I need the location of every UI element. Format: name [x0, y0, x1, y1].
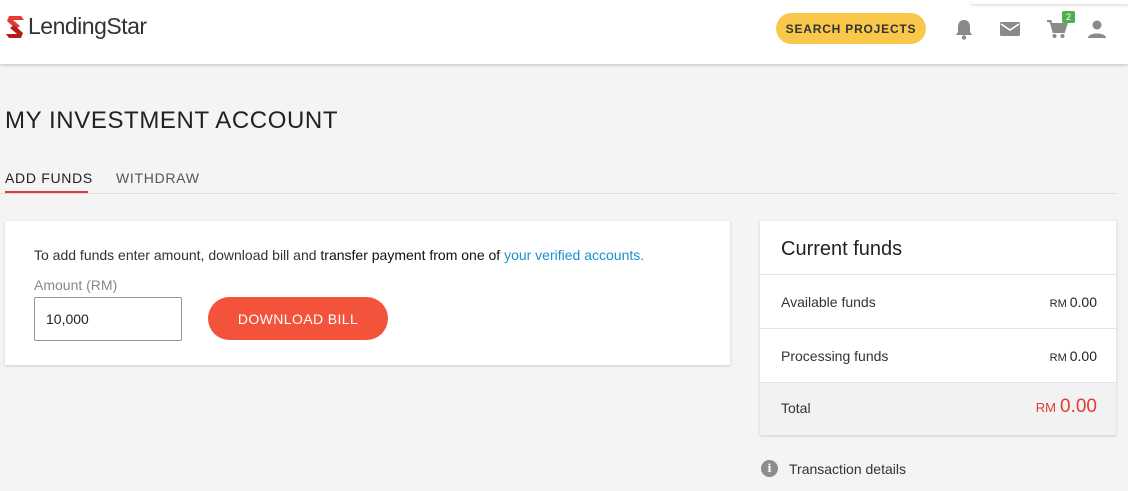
- dropdown-panel-edge: [972, 0, 1128, 4]
- amount-input[interactable]: [34, 297, 182, 341]
- available-funds-row: Available funds RM 0.00: [760, 274, 1116, 328]
- lendingstar-logo-icon: [6, 15, 24, 38]
- current-funds-title: Current funds: [781, 238, 903, 260]
- processing-funds-value: RM 0.00: [1050, 348, 1097, 364]
- transaction-details-link[interactable]: i Transaction details: [761, 460, 906, 477]
- add-funds-instructions: To add funds enter amount, download bill…: [34, 247, 644, 263]
- total-funds-row: Total RM 0.00: [760, 382, 1116, 435]
- processing-funds-label: Processing funds: [781, 348, 889, 364]
- available-funds-value: RM 0.00: [1050, 294, 1097, 310]
- current-funds-card: Current funds Available funds RM 0.00 Pro…: [760, 221, 1116, 435]
- info-icon: i: [761, 460, 778, 477]
- download-bill-button[interactable]: DOWNLOAD BILL: [208, 297, 388, 340]
- total-funds-label: Total: [781, 400, 811, 416]
- search-projects-button[interactable]: SEARCH PROJECTS: [776, 13, 926, 44]
- total-funds-value: RM 0.00: [1036, 396, 1097, 418]
- bell-icon[interactable]: [951, 16, 977, 42]
- add-funds-card: To add funds enter amount, download bill…: [5, 221, 730, 365]
- top-bar: LendingStar SEARCH PROJECTS 2: [0, 0, 1128, 64]
- instruction-bold-text: transfer payment from one of: [320, 247, 505, 263]
- verified-accounts-link[interactable]: your verified accounts.: [504, 247, 644, 263]
- instruction-text: To add funds enter amount, download bill…: [34, 247, 321, 263]
- total-funds-amount: 0.00: [1060, 396, 1097, 417]
- processing-funds-row: Processing funds RM 0.00: [760, 328, 1116, 382]
- page-title: MY INVESTMENT ACCOUNT: [5, 107, 339, 134]
- currency-label: RM: [1035, 400, 1057, 415]
- cart-count-badge: 2: [1062, 11, 1075, 23]
- tab-add-funds[interactable]: ADD FUNDS: [5, 170, 93, 186]
- processing-funds-amount: 0.00: [1069, 348, 1097, 364]
- mail-icon[interactable]: [997, 16, 1023, 42]
- amount-label: Amount (RM): [34, 277, 118, 293]
- available-funds-amount: 0.00: [1069, 294, 1097, 310]
- transaction-details-label: Transaction details: [789, 460, 906, 477]
- tab-bar: ADD FUNDS WITHDRAW: [0, 162, 1117, 194]
- tab-withdraw[interactable]: WITHDRAW: [116, 170, 200, 186]
- logo[interactable]: LendingStar: [4, 13, 147, 40]
- logo-text: LendingStar: [28, 13, 147, 39]
- available-funds-label: Available funds: [781, 294, 876, 310]
- currency-label: RM: [1049, 298, 1067, 310]
- user-icon[interactable]: [1084, 16, 1110, 42]
- active-tab-indicator: [5, 191, 88, 193]
- currency-label: RM: [1049, 352, 1067, 364]
